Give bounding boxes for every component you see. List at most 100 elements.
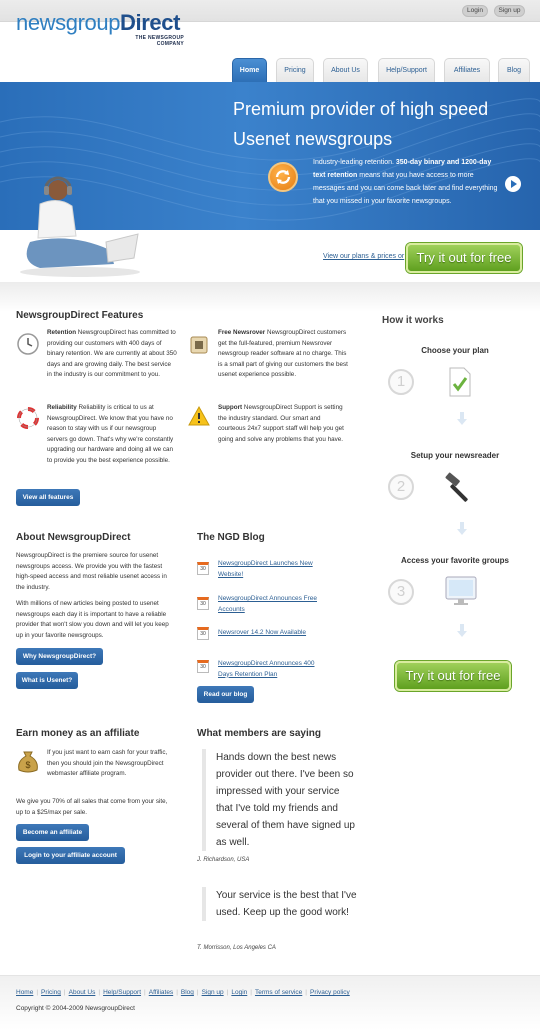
why-newsgroupdirect-button[interactable]: Why NewsgroupDirect?: [16, 648, 103, 665]
testimonial-author: J. Richardson, USA: [197, 857, 250, 863]
feature-support: Support NewsgroupDirect Support is setti…: [218, 403, 348, 445]
tab-pricing[interactable]: Pricing: [276, 58, 314, 82]
footer-link-pricing[interactable]: Pricing: [41, 989, 61, 996]
arrow-down-icon: [457, 412, 467, 425]
feature-retention-title: Retention: [47, 329, 77, 336]
login-button[interactable]: Login: [462, 5, 488, 17]
calendar-icon: 30: [197, 660, 209, 673]
svg-text:$: $: [25, 760, 30, 770]
affiliate-title: Earn money as an affiliate: [16, 728, 140, 739]
feature-reliability-title: Reliability: [47, 404, 77, 411]
about-paragraph-1: NewsgroupDirect is the premiere source f…: [16, 552, 167, 591]
blog-post-link[interactable]: NewsgroupDirect Launches New Website!: [218, 559, 328, 580]
try-free-button[interactable]: Try it out for free: [406, 243, 522, 273]
step-3-title: Access your favorite groups: [400, 556, 510, 565]
logo-tagline: THE NEWSGROUP COMPANY: [134, 35, 184, 47]
tab-affiliates[interactable]: Affiliates: [444, 58, 490, 82]
footer-link-signup[interactable]: Sign up: [202, 989, 224, 996]
footer-separator: |: [63, 989, 66, 996]
feature-reliability-text: Reliability is critical to us at Newsgro…: [47, 404, 174, 464]
document-check-icon: [449, 367, 471, 397]
footer-links: Home | Pricing | About Us | Help/Support | Affil…: [16, 989, 350, 996]
refresh-icon: [268, 162, 298, 192]
footer-link-home[interactable]: Home: [16, 989, 33, 996]
logo[interactable]: newsgroupDirect: [16, 10, 180, 36]
affiliate-paragraph-1: If you just want to earn cash for your t…: [47, 749, 168, 777]
view-plans-link[interactable]: View our plans & prices or: [323, 253, 404, 260]
blog-post-link[interactable]: Newsrover 14.2 Now Available: [218, 628, 338, 639]
footer-link-privacy[interactable]: Privacy policy: [310, 989, 350, 996]
money-bag-icon: $: [18, 751, 38, 773]
logo-part2: Direct: [120, 10, 180, 35]
footer-link-terms[interactable]: Terms of service: [255, 989, 302, 996]
about-title: About NewsgroupDirect: [16, 532, 131, 543]
tab-about-us[interactable]: About Us: [323, 58, 368, 82]
footer-separator: |: [250, 989, 252, 996]
footer: [0, 975, 540, 1030]
footer-link-login[interactable]: Login: [231, 989, 247, 996]
warning-icon: [188, 405, 210, 426]
testimonials-title: What members are saying: [197, 728, 321, 739]
play-icon[interactable]: [505, 176, 521, 192]
hero-title-line1: Premium provider of high speed: [233, 99, 489, 119]
feature-newsrover-title: Free Newsrover: [218, 329, 266, 336]
tab-home[interactable]: Home: [232, 58, 267, 82]
footer-link-affiliates[interactable]: Affiliates: [149, 989, 173, 996]
person-with-laptop-illustration: [20, 176, 140, 277]
read-blog-button[interactable]: Read our blog: [197, 686, 254, 703]
calendar-icon: 30: [197, 627, 209, 640]
footer-link-blog[interactable]: Blog: [181, 989, 194, 996]
blog-post-link[interactable]: NewsgroupDirect Announces 400 Days Reten…: [218, 659, 328, 680]
lifebuoy-icon: [17, 407, 39, 429]
page: { "topbar": {"login": "Login", "signup":…: [0, 0, 540, 1030]
clock-icon: [17, 333, 39, 355]
testimonial-author: T. Morrisson, Los Angeles CA: [197, 945, 276, 951]
affiliate-paragraph-2: We give you 70% of all sales that come f…: [16, 798, 168, 816]
footer-separator: |: [305, 989, 307, 996]
copyright: Copyright © 2004-2009 NewsgroupDirect: [16, 1005, 135, 1012]
footer-separator: |: [196, 989, 199, 996]
feature-retention-text: NewsgroupDirect has committed to providi…: [47, 329, 177, 378]
blog-title: The NGD Blog: [197, 532, 265, 543]
hammer-icon: [445, 472, 468, 502]
tab-blog[interactable]: Blog: [498, 58, 530, 82]
footer-link-about-us[interactable]: About Us: [69, 989, 96, 996]
feature-newsrover: Free Newsrover NewsgroupDirect customers…: [218, 328, 348, 381]
about-paragraph-2: With millions of new articles being post…: [16, 600, 169, 639]
feature-retention: Retention NewsgroupDirect has committed …: [47, 328, 177, 381]
features-title: NewsgroupDirect Features: [16, 310, 144, 321]
affiliate-login-button[interactable]: Login to your affiliate account: [16, 847, 125, 864]
arrow-down-icon: [457, 522, 467, 535]
arrow-down-icon: [457, 624, 467, 637]
feature-reliability: Reliability Reliability is critical to u…: [47, 403, 177, 466]
testimonial-quote: Your service is the best that I've used.…: [202, 887, 357, 921]
tab-help-support[interactable]: Help/Support: [378, 58, 435, 82]
step-2-title: Setup your newsreader: [410, 451, 500, 460]
what-is-usenet-button[interactable]: What is Usenet?: [16, 672, 78, 689]
footer-separator: |: [226, 989, 229, 996]
monitor-icon: [445, 576, 477, 605]
step-1-number: 1: [388, 369, 414, 395]
hero-text: Industry-leading retention. 350-day bina…: [313, 156, 501, 208]
become-affiliate-button[interactable]: Become an affiliate: [16, 824, 89, 841]
logo-tagline-2: COMPANY: [156, 41, 184, 47]
footer-separator: |: [98, 989, 101, 996]
step-2-number: 2: [388, 474, 414, 500]
footer-separator: |: [176, 989, 178, 996]
blog-post-link[interactable]: NewsgroupDirect Announces Free Accounts: [218, 594, 328, 615]
testimonial-quote: Hands down the best news provider out th…: [202, 749, 357, 851]
step-3-number: 3: [388, 579, 414, 605]
hero-title-line2: Usenet newsgroups: [233, 129, 393, 149]
footer-link-help-support[interactable]: Help/Support: [103, 989, 141, 996]
view-all-features-button[interactable]: View all features: [16, 489, 80, 506]
step-1-title: Choose your plan: [421, 346, 489, 355]
hero-title: Premium provider of high speed Usenet ne…: [233, 94, 533, 154]
logo-part1: newsgroup: [16, 10, 121, 35]
calendar-icon: 30: [197, 562, 209, 575]
software-box-icon: [190, 336, 208, 354]
try-free-button-secondary[interactable]: Try it out for free: [395, 661, 511, 691]
hero-text-part1: Industry-leading retention.: [313, 159, 396, 166]
footer-separator: |: [144, 989, 146, 996]
signup-button[interactable]: Sign up: [494, 5, 525, 17]
footer-separator: |: [36, 989, 39, 996]
